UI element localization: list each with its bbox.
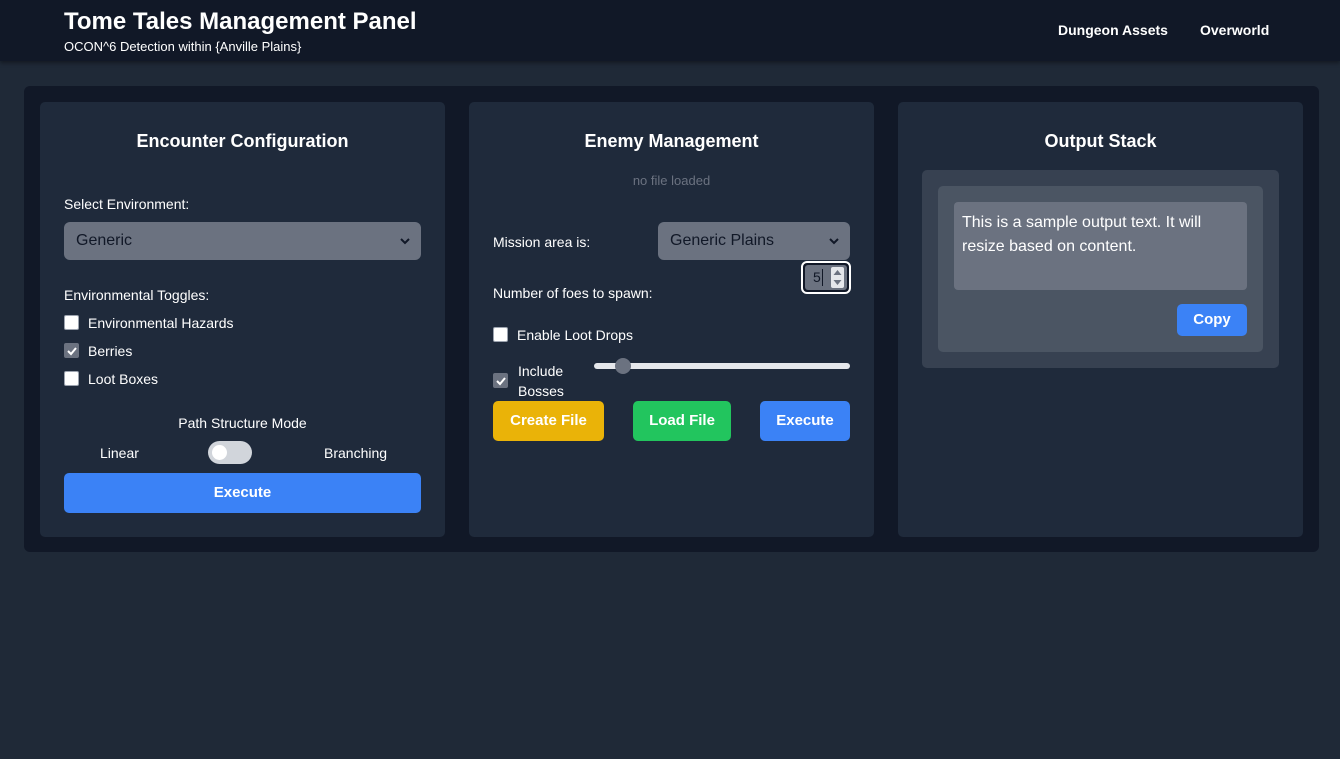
env-hazards-checkbox[interactable] bbox=[64, 315, 79, 330]
panel-title: Output Stack bbox=[1044, 131, 1157, 151]
mission-area-value: Generic Plains bbox=[670, 232, 775, 249]
loot-drops-checkbox[interactable] bbox=[493, 327, 508, 342]
spin-arrows-icon bbox=[833, 270, 842, 285]
output-container: This is a sample output text. It will re… bbox=[922, 170, 1279, 368]
chevron-down-icon bbox=[400, 238, 410, 245]
encounter-config-panel: Encounter Configuration Select Environme… bbox=[40, 102, 445, 537]
text-cursor bbox=[822, 269, 823, 286]
env-hazards-label: Environmental Hazards bbox=[88, 315, 234, 331]
path-linear-label: Linear bbox=[100, 445, 139, 461]
stepper-inner: 5 bbox=[805, 265, 847, 290]
app-title: Tome Tales Management Panel bbox=[64, 8, 417, 35]
include-bosses-label-2: Bosses bbox=[518, 383, 564, 399]
enemy-management-panel: Enemy Management no file loaded Mission … bbox=[469, 102, 874, 537]
include-bosses-label-1: Include bbox=[518, 363, 564, 379]
main-container: Encounter Configuration Select Environme… bbox=[24, 86, 1319, 552]
output-text[interactable]: This is a sample output text. It will re… bbox=[954, 202, 1247, 290]
toggle-knob bbox=[212, 445, 227, 460]
boss-slider-thumb[interactable] bbox=[615, 358, 631, 374]
loot-boxes-label: Loot Boxes bbox=[88, 371, 159, 387]
nav-overworld[interactable]: Overworld bbox=[1200, 22, 1269, 38]
nav-dungeon-assets[interactable]: Dungeon Assets bbox=[1058, 22, 1168, 38]
foes-count-stepper[interactable]: 5 bbox=[801, 261, 851, 294]
berries-label: Berries bbox=[88, 343, 133, 359]
environment-label: Select Environment: bbox=[64, 196, 190, 212]
enemy-execute-button[interactable]: Execute bbox=[760, 401, 850, 441]
spin-buttons[interactable] bbox=[831, 267, 844, 288]
checkmark-icon bbox=[496, 377, 506, 386]
loot-boxes-checkbox[interactable] bbox=[64, 371, 79, 386]
include-bosses-checkbox[interactable] bbox=[493, 373, 508, 388]
load-file-button[interactable]: Load File bbox=[633, 401, 731, 441]
chevron-down-icon bbox=[829, 238, 839, 245]
checkmark-icon bbox=[67, 347, 77, 356]
boss-slider-track[interactable] bbox=[594, 363, 850, 369]
output-card: This is a sample output text. It will re… bbox=[938, 186, 1263, 352]
panel-title: Enemy Management bbox=[584, 131, 759, 151]
environment-select-value: Generic bbox=[76, 232, 133, 249]
foes-count-value: 5 bbox=[813, 269, 821, 285]
foes-count-label: Number of foes to spawn: bbox=[493, 285, 653, 301]
path-mode-toggle[interactable] bbox=[208, 441, 252, 464]
loot-drops-label: Enable Loot Drops bbox=[517, 327, 633, 343]
path-mode-label: Path Structure Mode bbox=[178, 415, 307, 431]
environment-select[interactable]: Generic bbox=[64, 222, 421, 260]
encounter-execute-button[interactable]: Execute bbox=[64, 473, 421, 513]
berries-checkbox[interactable] bbox=[64, 343, 79, 358]
output-stack-panel: Output Stack This is a sample output tex… bbox=[898, 102, 1303, 537]
path-branching-label: Branching bbox=[324, 445, 388, 461]
mission-area-label: Mission area is: bbox=[493, 234, 591, 250]
file-status: no file loaded bbox=[632, 173, 711, 188]
env-toggles-label: Environmental Toggles: bbox=[64, 287, 210, 303]
app-subtitle: OCON^6 Detection within {Anville Plains} bbox=[64, 39, 302, 54]
create-file-button[interactable]: Create File bbox=[493, 401, 604, 441]
copy-button[interactable]: Copy bbox=[1177, 304, 1247, 336]
panel-title: Encounter Configuration bbox=[136, 131, 349, 151]
mission-area-select[interactable]: Generic Plains bbox=[658, 222, 850, 260]
app-header: Tome Tales Management Panel OCON^6 Detec… bbox=[0, 0, 1340, 61]
